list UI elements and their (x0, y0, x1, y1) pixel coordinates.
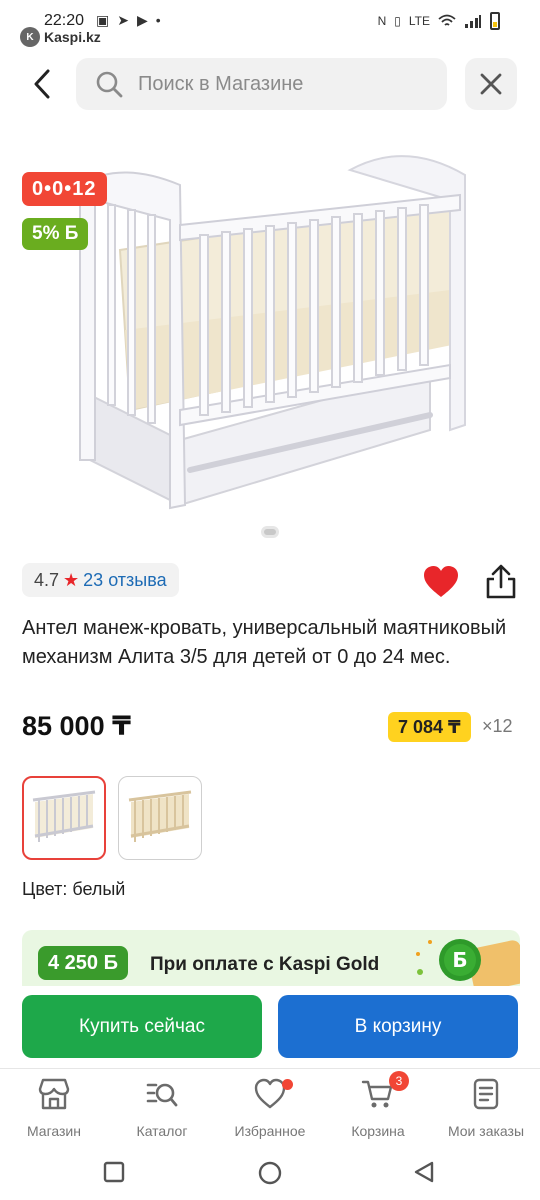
telegram-icon: ➤ (117, 12, 129, 28)
nav-label-favorites: Избранное (234, 1123, 306, 1139)
nav-label-shop: Магазин (26, 1123, 81, 1139)
kaspi-logo-icon: K (20, 27, 40, 47)
recents-button[interactable] (102, 1160, 128, 1186)
nfc-icon: N (377, 14, 387, 28)
reviews-link[interactable]: 23 отзыва (83, 570, 166, 591)
search-header: Поиск в Магазине (0, 58, 540, 112)
system-nav-bar (0, 1148, 540, 1200)
rating-value: 4.7 (34, 569, 60, 590)
status-app: K Kaspi.kz (20, 27, 101, 47)
carousel-indicator (261, 526, 279, 538)
back-button[interactable] (22, 64, 62, 104)
bonus-badge: 5% Б (22, 218, 89, 250)
installment-price[interactable]: 7 084 ₸ (388, 712, 471, 742)
nav-label-catalog: Каталог (136, 1123, 188, 1139)
color-label: Цвет: белый (22, 879, 126, 899)
kaspi-gold-bonus: 4 250 Б (38, 946, 128, 980)
nav-item-shop[interactable]: Магазин (0, 1077, 108, 1139)
crib-illustration (79, 155, 466, 510)
recents-icon (103, 1161, 125, 1183)
share-button[interactable] (484, 564, 518, 600)
rating-pill[interactable]: 4.7 ★ 23 отзыва (22, 563, 179, 597)
catalog-icon (145, 1077, 179, 1111)
close-button[interactable] (465, 58, 517, 110)
crib-beige-thumbnail (128, 790, 192, 842)
add-to-cart-button[interactable]: В корзину (278, 995, 518, 1058)
signal-icon (465, 15, 481, 28)
nav-item-favorites[interactable]: Избранное (216, 1077, 324, 1139)
more-dot-icon: • (155, 12, 161, 28)
vibrate-icon: ▯ (394, 14, 401, 28)
cart-count-badge: 3 (389, 1071, 409, 1091)
kaspi-gold-banner[interactable]: 4 250 Б При оплате с Kaspi Gold Б (22, 930, 520, 986)
back-triangle-icon (414, 1161, 434, 1183)
crib-white-thumbnail (32, 790, 96, 842)
bottom-nav: Магазин Каталог Избранное 3 Корзина Мои … (0, 1068, 540, 1148)
cart-icon: 3 (361, 1071, 409, 1111)
nav-item-cart[interactable]: 3 Корзина (324, 1071, 432, 1139)
color-option-beige[interactable] (118, 776, 202, 860)
buy-now-button[interactable]: Купить сейчас (22, 995, 262, 1058)
gallery-icon: ▣ (96, 12, 110, 28)
favorites-dot-badge (282, 1079, 293, 1090)
home-button[interactable] (257, 1160, 283, 1186)
product-image[interactable] (70, 140, 480, 520)
heart-outline-icon (253, 1077, 293, 1111)
system-back-button[interactable] (412, 1160, 438, 1186)
color-option-white[interactable] (22, 776, 106, 860)
favorite-button[interactable] (423, 565, 459, 599)
nav-item-orders[interactable]: Мои заказы (432, 1077, 540, 1139)
product-price: 85 000 ₸ (22, 711, 131, 741)
close-icon (480, 73, 502, 95)
product-title: Антел манеж-кровать, универсальный маятн… (22, 617, 507, 668)
youtube-icon: ▶ (136, 12, 148, 28)
kaspi-gold-text: При оплате с Kaspi Gold (150, 954, 380, 975)
notification-icons: ▣ ➤ ▶ • (96, 13, 161, 27)
shop-icon (37, 1077, 71, 1111)
svg-text:Б: Б (452, 948, 467, 972)
home-circle-icon (258, 1161, 282, 1185)
nav-label-cart: Корзина (351, 1123, 405, 1139)
kaspi-gold-decoration-icon: Б (416, 939, 520, 986)
orders-icon (469, 1077, 503, 1111)
status-right-icons: N ▯ LTE (378, 12, 500, 30)
installment-multiplier: ×12 (482, 716, 513, 736)
heart-icon (424, 566, 458, 597)
chevron-left-icon (34, 69, 50, 99)
star-icon: ★ (63, 570, 80, 590)
status-bar: 22:20 ▣ ➤ ▶ • K Kaspi.kz N ▯ LTE (0, 0, 540, 48)
battery-icon (490, 12, 500, 30)
lte-label: LTE (408, 14, 430, 28)
wifi-icon (438, 14, 456, 26)
nav-label-orders: Мои заказы (447, 1123, 525, 1139)
nav-item-catalog[interactable]: Каталог (108, 1077, 216, 1139)
search-placeholder: Поиск в Магазине (138, 72, 304, 95)
status-app-name: Kaspi.kz (44, 29, 101, 45)
share-icon (486, 564, 516, 599)
search-input[interactable]: Поиск в Магазине (76, 58, 447, 110)
search-icon (94, 69, 124, 99)
installment-badge: 0•0•12 (22, 172, 107, 206)
